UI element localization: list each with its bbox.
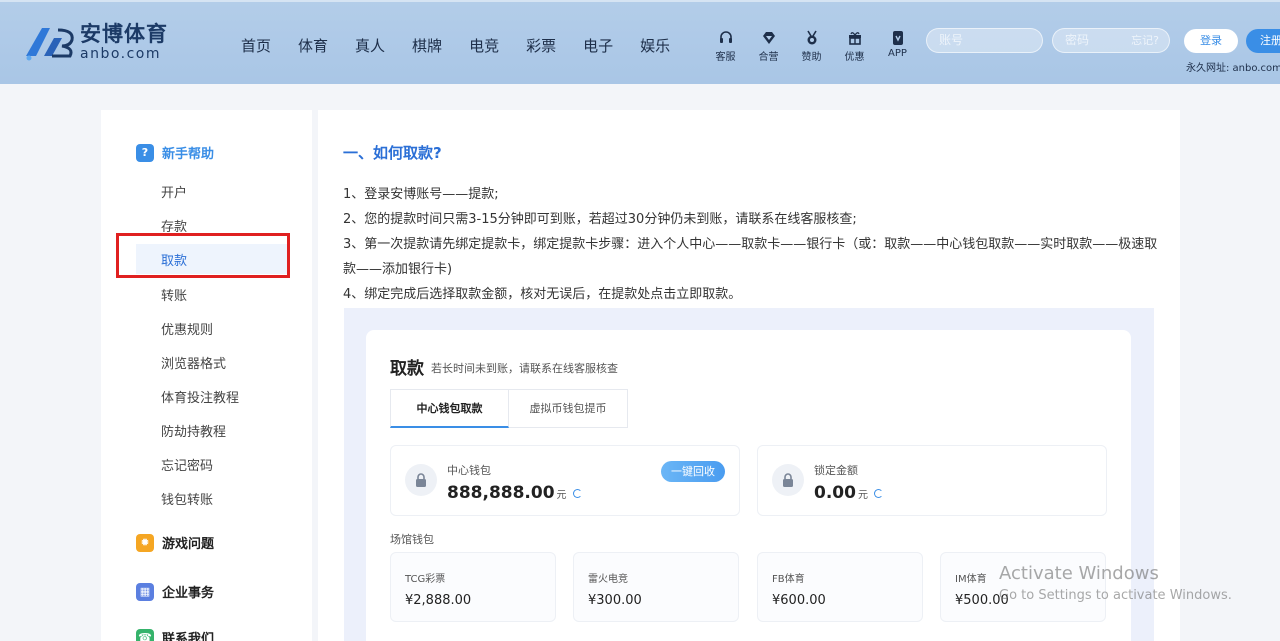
venue-card-fb: FB体育 ¥600.00 bbox=[757, 552, 923, 622]
locked-amount-card: 锁定金额 0.00 元 bbox=[757, 445, 1107, 516]
panel-title: 取款 bbox=[390, 359, 424, 379]
header-link-partner[interactable]: 合营 bbox=[747, 30, 790, 63]
headset-icon bbox=[719, 31, 732, 43]
promo-label: 优惠 bbox=[844, 52, 865, 63]
wallet-amount: 888,888.00 元 bbox=[447, 483, 582, 503]
site-logo[interactable]: 安博体育 anbo.com bbox=[22, 22, 168, 62]
question-icon: ? bbox=[136, 143, 154, 162]
nav-sports[interactable]: 体育 bbox=[298, 35, 328, 56]
section-title: 新手帮助 bbox=[162, 147, 215, 162]
top-header: 安博体育 anbo.com 首页 体育 真人 棋牌 电竞 彩票 电子 娱乐 客服… bbox=[0, 0, 1280, 84]
sidebar-item-transfer[interactable]: 转账 bbox=[161, 285, 187, 304]
page-title: 一、如何取款? bbox=[343, 144, 442, 162]
lock-icon bbox=[772, 464, 804, 496]
one-click-recall-button[interactable]: 一键回收 bbox=[661, 461, 725, 482]
sidebar-item-browser-format[interactable]: 浏览器格式 bbox=[161, 353, 226, 372]
venue-name: FB体育 bbox=[772, 574, 805, 585]
nav-entertainment[interactable]: 娱乐 bbox=[640, 35, 670, 56]
refresh-icon[interactable] bbox=[572, 489, 582, 498]
nav-esports[interactable]: 电竞 bbox=[469, 35, 499, 56]
venue-card-tcg: TCG彩票 ¥2,888.00 bbox=[390, 552, 556, 622]
step-3: 3、第一次提款请先绑定提款卡，绑定提款卡步骤：进入个人中心——取款卡——银行卡（… bbox=[343, 237, 1158, 277]
header-link-support[interactable]: 客服 bbox=[704, 30, 747, 63]
nav-slots[interactable]: 电子 bbox=[583, 35, 613, 56]
step-2: 2、您的提款时间只需3-15分钟即可到账，若超过30分钟仍未到账，请联系在线客服… bbox=[343, 212, 857, 227]
password-input[interactable]: 密码 忘记? bbox=[1052, 28, 1170, 53]
header-icon-bar: 客服 合营 赞助 优惠 APP bbox=[704, 30, 919, 63]
login-button[interactable]: 登录 bbox=[1184, 29, 1238, 53]
sidebar-item-promo-rules[interactable]: 优惠规则 bbox=[161, 319, 213, 338]
logo-cn-text: 安博体育 bbox=[80, 22, 168, 46]
gift-icon bbox=[848, 32, 861, 45]
register-button[interactable]: 注册 bbox=[1246, 29, 1280, 53]
support-label: 客服 bbox=[715, 52, 736, 63]
venue-amount: ¥600.00 bbox=[772, 593, 826, 608]
help-content: 一、如何取款? 1、登录安博账号——提款; 2、您的提款时间只需3-15分钟即可… bbox=[318, 110, 1180, 641]
password-placeholder: 密码 bbox=[1065, 33, 1090, 47]
highlight-box bbox=[116, 233, 290, 278]
withdraw-tabs: 中心钱包取款 虚拟币钱包提币 bbox=[390, 389, 628, 428]
tab-crypto-wallet[interactable]: 虚拟币钱包提币 bbox=[509, 389, 628, 428]
wallet-label: 中心钱包 bbox=[447, 464, 491, 477]
center-wallet-card: 中心钱包 888,888.00 元 一键回收 bbox=[390, 445, 740, 516]
diamond-icon bbox=[762, 32, 775, 44]
sidebar-item-anti-hijack[interactable]: 防劫持教程 bbox=[161, 421, 226, 440]
forgot-password-link[interactable]: 忘记? bbox=[1131, 29, 1159, 52]
windows-activation-title: Activate Windows bbox=[999, 563, 1159, 584]
sidebar-item-forgot-password[interactable]: 忘记密码 bbox=[161, 455, 213, 474]
app-label: APP bbox=[888, 48, 907, 59]
section-title: 游戏问题 bbox=[162, 537, 215, 552]
nav-cards[interactable]: 棋牌 bbox=[412, 35, 442, 56]
sun-icon: ✹ bbox=[136, 533, 154, 552]
medal-icon bbox=[806, 30, 817, 45]
sponsor-label: 赞助 bbox=[801, 52, 822, 63]
sidebar-item-wallet-transfer[interactable]: 钱包转账 bbox=[161, 489, 213, 508]
venue-amount: ¥2,888.00 bbox=[405, 593, 472, 608]
nav-lottery[interactable]: 彩票 bbox=[526, 35, 556, 56]
help-sidebar: ? 新手帮助 开户 存款 取款 转账 优惠规则 浏览器格式 体育投注教程 防劫持… bbox=[101, 110, 312, 641]
main-nav: 首页 体育 真人 棋牌 电竞 彩票 电子 娱乐 bbox=[241, 35, 697, 56]
wallet-amount-value: 888,888.00 bbox=[447, 483, 555, 503]
nav-home[interactable]: 首页 bbox=[241, 35, 271, 56]
panel-subtitle: 若长时间未到账，请联系在线客服核查 bbox=[431, 362, 618, 375]
locked-unit: 元 bbox=[857, 490, 868, 501]
venue-name: IM体育 bbox=[955, 574, 987, 585]
header-link-sponsor[interactable]: 赞助 bbox=[790, 30, 833, 63]
section-corporate[interactable]: ▦ 企业事务 bbox=[136, 582, 214, 601]
sidebar-item-open-account[interactable]: 开户 bbox=[161, 182, 187, 201]
lock-icon bbox=[405, 464, 437, 496]
logo-en-text: anbo.com bbox=[80, 46, 162, 62]
building-icon: ▦ bbox=[136, 582, 154, 601]
account-input[interactable]: 账号 bbox=[926, 28, 1043, 53]
venue-card-leihuo: 雷火电竞 ¥300.00 bbox=[573, 552, 739, 622]
permanent-url: 永久网址: anbo.com bbox=[1186, 63, 1280, 74]
partner-label: 合营 bbox=[758, 52, 779, 63]
contact-icon: ☎ bbox=[136, 628, 154, 641]
nav-live[interactable]: 真人 bbox=[355, 35, 385, 56]
windows-activation-sub: Go to Settings to activate Windows. bbox=[999, 588, 1232, 603]
venue-name: 雷火电竞 bbox=[588, 574, 628, 585]
step-4: 4、绑定完成后选择取款金额，核对无误后，在提款处点击立即取款。 bbox=[343, 287, 742, 302]
section-title: 企业事务 bbox=[162, 586, 215, 601]
venue-wallet-label: 场馆钱包 bbox=[390, 533, 434, 546]
section-title: 联系我们 bbox=[162, 632, 215, 641]
locked-label: 锁定金额 bbox=[814, 464, 858, 477]
refresh-icon[interactable] bbox=[873, 489, 883, 498]
sidebar-item-betting-tutorial[interactable]: 体育投注教程 bbox=[161, 387, 239, 406]
tab-center-wallet[interactable]: 中心钱包取款 bbox=[390, 389, 509, 428]
locked-amount: 0.00 元 bbox=[814, 483, 883, 503]
section-game-issues[interactable]: ✹ 游戏问题 bbox=[136, 533, 214, 552]
section-newbie-help[interactable]: ? 新手帮助 bbox=[136, 143, 214, 162]
header-link-app[interactable]: APP bbox=[876, 30, 919, 63]
venue-amount: ¥300.00 bbox=[588, 593, 642, 608]
venue-name: TCG彩票 bbox=[405, 574, 446, 585]
locked-amount-value: 0.00 bbox=[814, 483, 856, 503]
step-1: 1、登录安博账号——提款; bbox=[343, 187, 499, 202]
section-contact[interactable]: ☎ 联系我们 bbox=[136, 628, 214, 641]
phone-icon bbox=[892, 31, 903, 45]
logo-mark-icon bbox=[22, 22, 76, 62]
header-link-promo[interactable]: 优惠 bbox=[833, 30, 876, 63]
wallet-unit: 元 bbox=[556, 490, 567, 501]
